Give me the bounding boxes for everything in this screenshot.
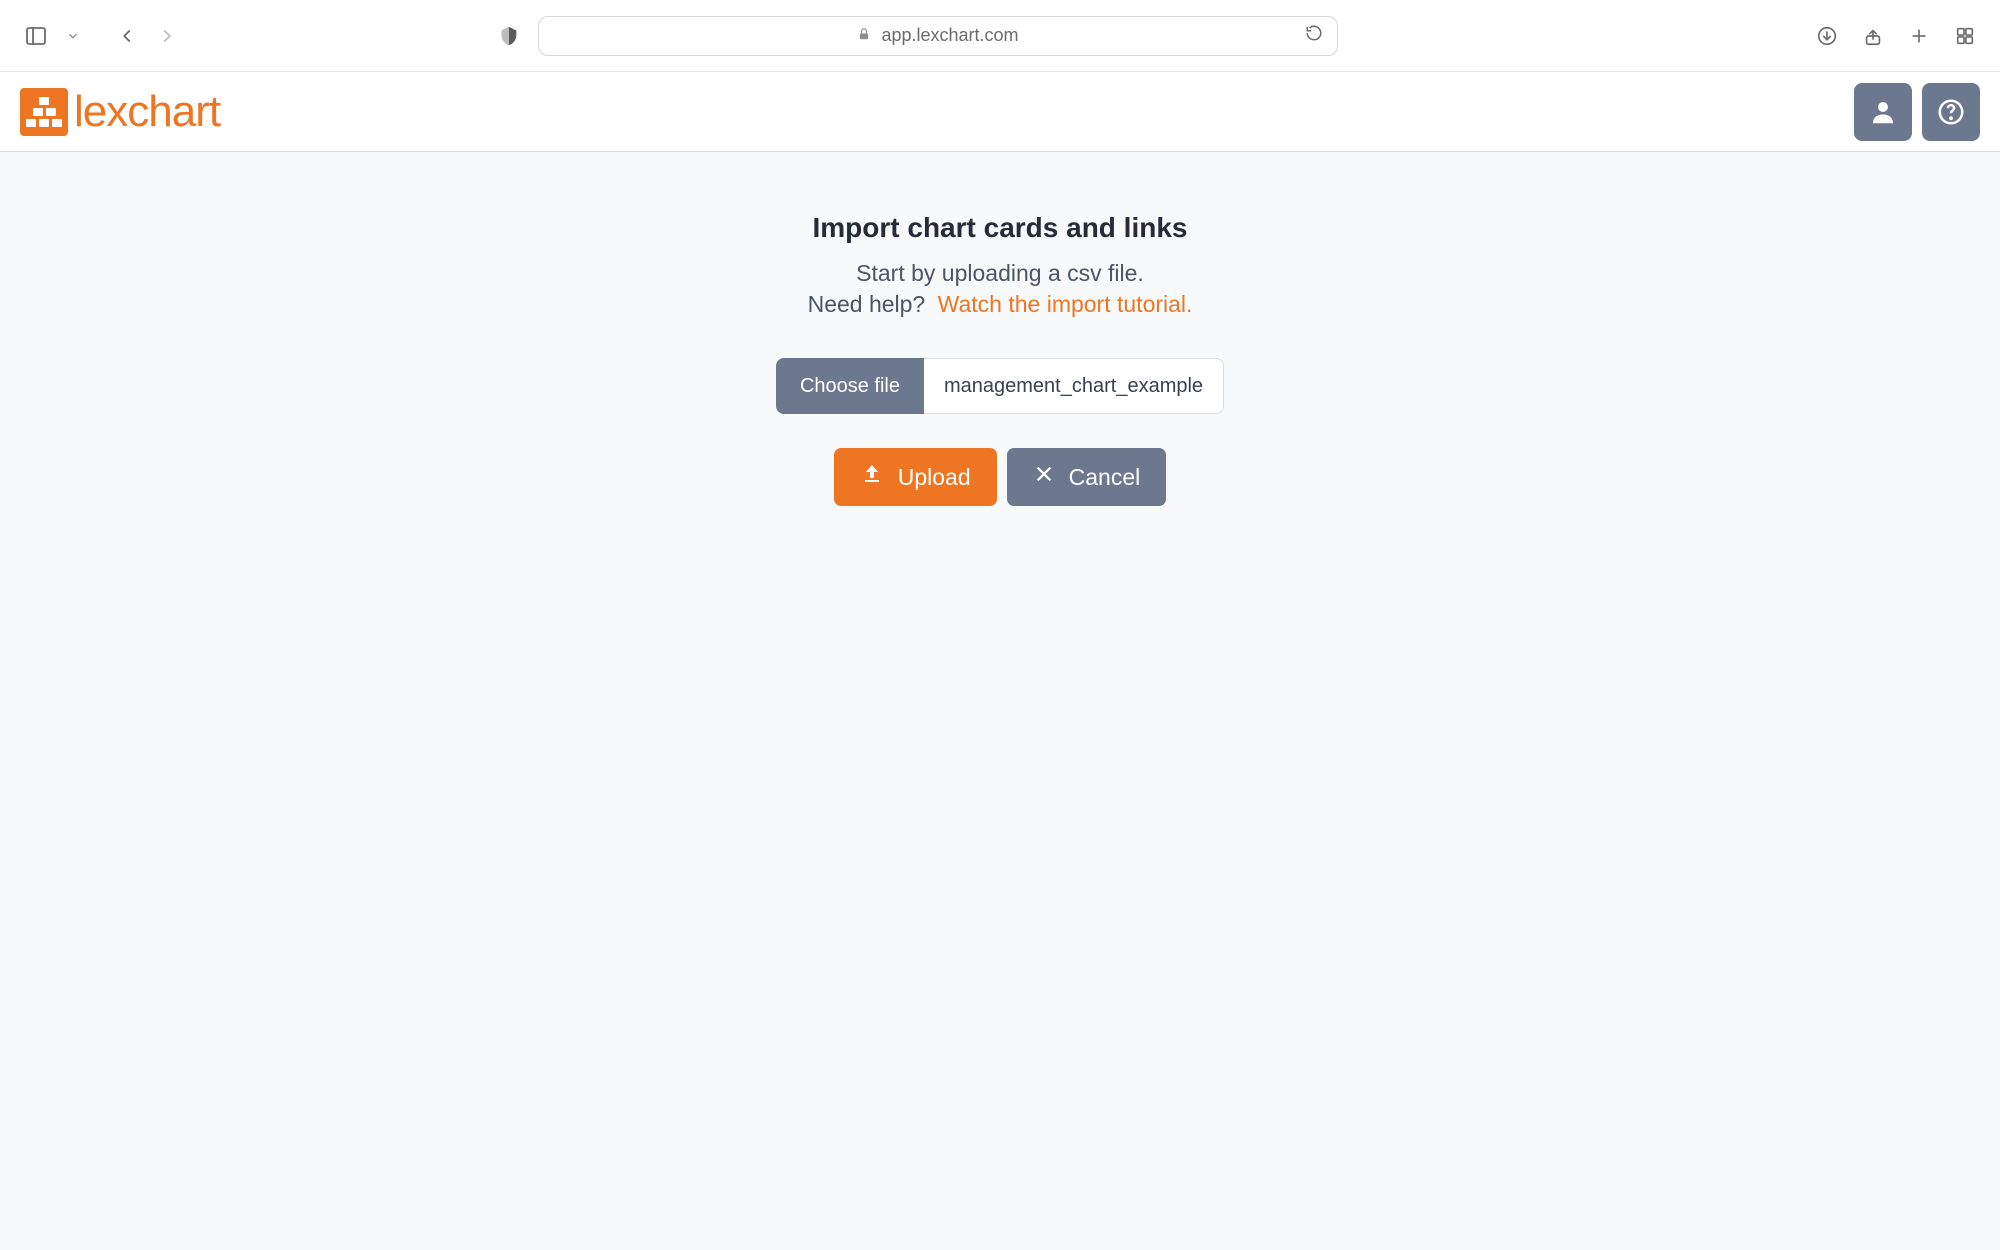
- cancel-button[interactable]: Cancel: [1007, 448, 1167, 506]
- upload-icon: [860, 462, 884, 492]
- upload-button[interactable]: Upload: [834, 448, 997, 506]
- chevron-down-icon[interactable]: [66, 29, 80, 43]
- browser-controls-left: [24, 24, 178, 48]
- file-chooser: Choose file management_chart_example: [776, 358, 1224, 414]
- action-buttons: Upload Cancel: [834, 448, 1167, 506]
- address-bar[interactable]: app.lexchart.com: [538, 16, 1338, 56]
- cancel-label: Cancel: [1069, 464, 1141, 491]
- downloads-icon[interactable]: [1816, 25, 1838, 47]
- app-header: lexchart: [0, 72, 2000, 152]
- help-prefix: Need help?: [808, 291, 926, 317]
- privacy-shield-icon[interactable]: [498, 25, 520, 47]
- header-actions: [1854, 83, 1980, 141]
- share-icon[interactable]: [1862, 25, 1884, 47]
- account-button[interactable]: [1854, 83, 1912, 141]
- main-content: Import chart cards and links Start by up…: [0, 152, 2000, 1250]
- upload-label: Upload: [898, 464, 971, 491]
- browser-chrome: app.lexchart.com: [0, 0, 2000, 72]
- logo-mark-icon: [20, 88, 68, 136]
- choose-file-button[interactable]: Choose file: [776, 358, 924, 414]
- refresh-icon[interactable]: [1305, 24, 1323, 47]
- help-row: Need help? Watch the import tutorial.: [808, 291, 1193, 318]
- filename-display: management_chart_example: [924, 358, 1224, 414]
- help-button[interactable]: [1922, 83, 1980, 141]
- new-tab-icon[interactable]: [1908, 25, 1930, 47]
- forward-button[interactable]: [156, 25, 178, 47]
- tutorial-link[interactable]: Watch the import tutorial.: [938, 291, 1193, 317]
- close-icon: [1033, 463, 1055, 491]
- logo[interactable]: lexchart: [20, 87, 220, 137]
- page-title: Import chart cards and links: [813, 212, 1188, 244]
- lock-icon: [857, 25, 871, 46]
- sidebar-toggle-icon[interactable]: [24, 24, 48, 48]
- subtitle: Start by uploading a csv file.: [856, 260, 1144, 287]
- url-text: app.lexchart.com: [881, 25, 1018, 46]
- back-button[interactable]: [116, 25, 138, 47]
- address-bar-wrapper: app.lexchart.com: [498, 16, 1796, 56]
- browser-controls-right: [1816, 25, 1976, 47]
- tab-overview-icon[interactable]: [1954, 25, 1976, 47]
- logo-text: lexchart: [74, 87, 220, 137]
